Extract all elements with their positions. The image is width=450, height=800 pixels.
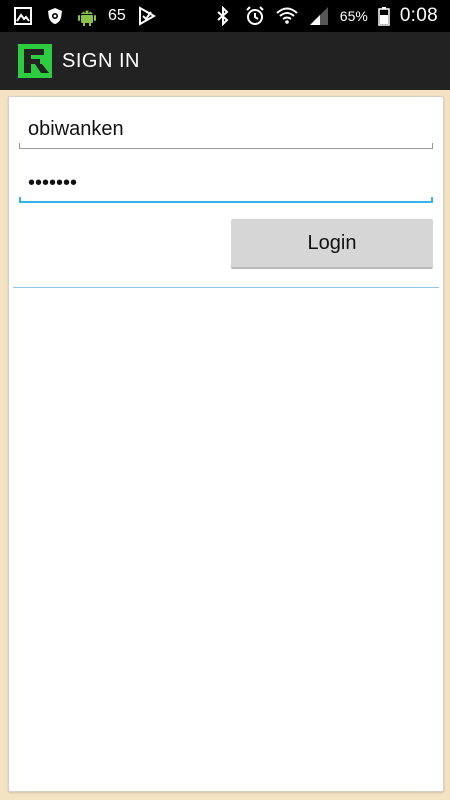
- underline-tick-right: [431, 197, 433, 203]
- underline-tick-right: [432, 143, 433, 149]
- signal-icon: [308, 5, 330, 27]
- status-bar: 65 65% 0:08: [0, 0, 450, 32]
- gallery-icon: [12, 5, 34, 27]
- underline-tick-left: [19, 197, 21, 203]
- download-check-icon: [136, 5, 158, 27]
- bluetooth-icon: [212, 5, 234, 27]
- password-input[interactable]: [19, 163, 433, 203]
- wifi-icon: [276, 5, 298, 27]
- page-title: SIGN IN: [62, 49, 140, 72]
- login-button[interactable]: Login: [231, 219, 433, 269]
- android-icon: [76, 5, 98, 27]
- app-logo[interactable]: [18, 44, 52, 78]
- clock-time: 0:08: [399, 5, 438, 26]
- username-field-wrapper: [19, 109, 433, 149]
- shield-icon: [44, 5, 66, 27]
- notification-count: 65: [108, 7, 126, 24]
- username-input[interactable]: [19, 109, 433, 149]
- battery-icon: [378, 5, 390, 27]
- username-underline: [19, 148, 433, 149]
- password-underline: [19, 201, 433, 203]
- action-bar: SIGN IN: [0, 32, 450, 90]
- alarm-icon: [244, 5, 266, 27]
- password-field-wrapper: [19, 163, 433, 203]
- divider: [13, 287, 439, 288]
- battery-percent: 65%: [339, 8, 368, 24]
- sign-in-card: Login: [8, 96, 444, 792]
- underline-tick-left: [19, 143, 20, 149]
